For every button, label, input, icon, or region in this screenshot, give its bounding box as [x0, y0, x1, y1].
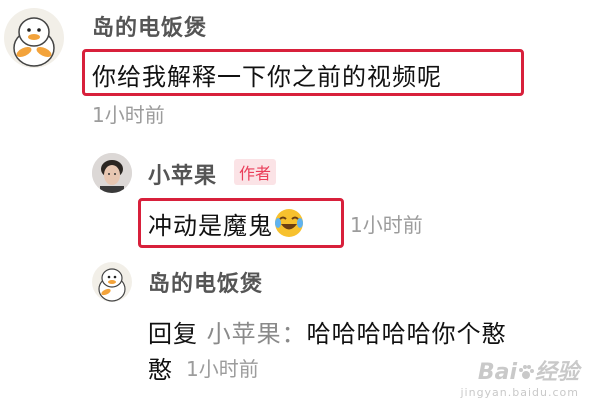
paw-icon	[518, 365, 534, 379]
reply2-text-line2[interactable]: 憨	[148, 350, 173, 385]
comment-time: 1小时前	[92, 103, 165, 127]
laughing-crying-emoji-icon	[273, 207, 305, 239]
watermark-brand-suffix: 经验	[534, 360, 579, 385]
man-avatar-icon	[92, 153, 132, 193]
watermark-url: jingyan.baidu.com	[460, 386, 579, 399]
commenter-avatar[interactable]	[4, 8, 64, 68]
watermark-brand-prefix: Bai	[477, 360, 517, 385]
duck-avatar-icon	[13, 17, 55, 67]
reply2-text-part1: 哈哈哈哈哈你个憨	[306, 320, 507, 348]
reply2-time: 1小时前	[186, 357, 259, 381]
comment-text[interactable]: 你给我解释一下你之前的视频呢	[92, 57, 442, 92]
reply-target-user[interactable]: 小苹果：	[207, 320, 307, 348]
author-badge: 作者	[234, 159, 277, 185]
reply-prefix: 回复	[148, 320, 198, 348]
reply-text[interactable]: 冲动是魔鬼	[148, 206, 305, 241]
reply-time: 1小时前	[350, 213, 423, 237]
duck-avatar-icon	[98, 268, 126, 302]
commenter-name[interactable]: 岛的电饭煲	[92, 10, 207, 42]
reply2-avatar[interactable]	[92, 262, 132, 302]
reply-author-name[interactable]: 小苹果	[148, 158, 217, 190]
reply2-author-name[interactable]: 岛的电饭煲	[148, 266, 263, 298]
reply-text-label: 冲动是魔鬼	[148, 212, 273, 240]
baidu-jingyan-watermark: Bai 经验 jingyan.baidu.com	[460, 354, 579, 399]
reply2-text-line1[interactable]: 回复 小苹果：哈哈哈哈哈你个憨	[148, 314, 507, 349]
reply-author-avatar[interactable]	[92, 153, 132, 193]
